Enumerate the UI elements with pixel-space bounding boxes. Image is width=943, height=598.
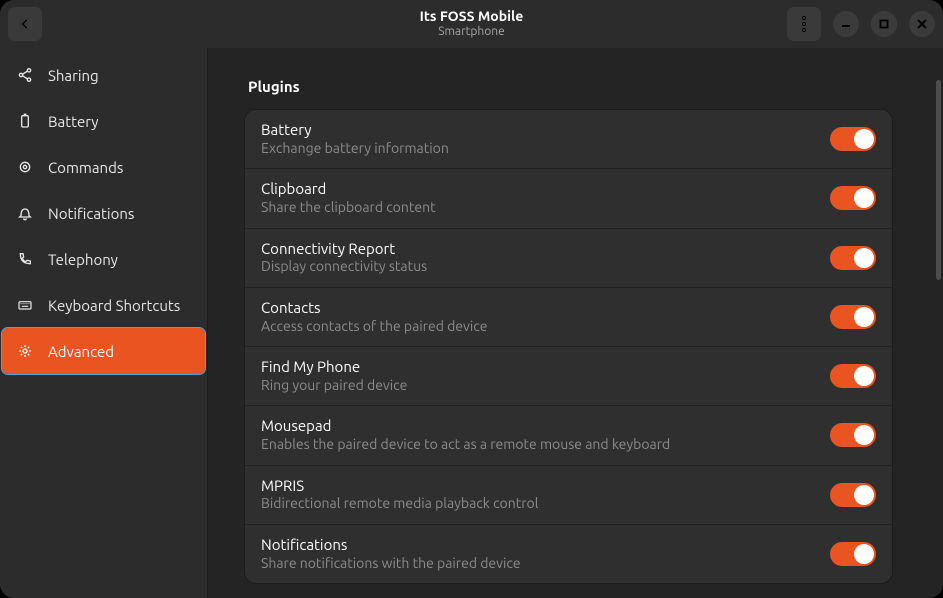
close-icon bbox=[916, 18, 928, 30]
maximize-icon bbox=[878, 18, 890, 30]
plugin-desc: Enables the paired device to act as a re… bbox=[261, 436, 830, 454]
plugin-desc: Share the clipboard content bbox=[261, 199, 830, 217]
kebab-menu-icon bbox=[797, 16, 811, 32]
sidebar-item-label: Commands bbox=[48, 159, 123, 176]
sidebar-item-battery[interactable]: Battery bbox=[2, 98, 205, 144]
toggle-contacts[interactable] bbox=[830, 305, 876, 329]
battery-icon bbox=[16, 112, 34, 130]
maximize-button[interactable] bbox=[871, 11, 897, 37]
plugin-name: Mousepad bbox=[261, 417, 830, 436]
sidebar-item-telephony[interactable]: Telephony bbox=[2, 236, 205, 282]
sidebar-item-label: Telephony bbox=[48, 251, 118, 268]
gear-icon bbox=[16, 342, 34, 360]
sidebar-item-label: Keyboard Shortcuts bbox=[48, 297, 180, 314]
plugin-row-notifications[interactable]: Notifications Share notifications with t… bbox=[245, 525, 892, 583]
window-title: Its FOSS Mobile bbox=[420, 8, 524, 25]
header-controls bbox=[787, 7, 935, 41]
chevron-left-icon bbox=[18, 17, 32, 31]
close-button[interactable] bbox=[909, 11, 935, 37]
bell-icon bbox=[16, 204, 34, 222]
sidebar-item-sharing[interactable]: Sharing bbox=[2, 52, 205, 98]
sidebar: Sharing Battery Commands Notifications bbox=[0, 48, 208, 598]
minimize-icon bbox=[840, 18, 852, 30]
sidebar-item-label: Battery bbox=[48, 113, 99, 130]
main-panel[interactable]: Plugins Battery Exchange battery informa… bbox=[208, 48, 943, 598]
toggle-mousepad[interactable] bbox=[830, 423, 876, 447]
sidebar-item-label: Notifications bbox=[48, 205, 134, 222]
plugin-desc: Exchange battery information bbox=[261, 140, 830, 158]
body: Sharing Battery Commands Notifications bbox=[0, 48, 943, 598]
menu-button[interactable] bbox=[787, 7, 821, 41]
plugin-row-mpris[interactable]: MPRIS Bidirectional remote media playbac… bbox=[245, 466, 892, 525]
toggle-clipboard[interactable] bbox=[830, 186, 876, 210]
plugin-name: Contacts bbox=[261, 299, 830, 318]
plugin-desc: Share notifications with the paired devi… bbox=[261, 555, 830, 573]
sidebar-item-keyboard-shortcuts[interactable]: Keyboard Shortcuts bbox=[2, 282, 205, 328]
sidebar-item-notifications[interactable]: Notifications bbox=[2, 190, 205, 236]
app-window: Its FOSS Mobile Smartphone bbox=[0, 0, 943, 598]
plugin-row-mousepad[interactable]: Mousepad Enables the paired device to ac… bbox=[245, 406, 892, 465]
plugin-row-find-my-phone[interactable]: Find My Phone Ring your paired device bbox=[245, 347, 892, 406]
window-subtitle: Smartphone bbox=[438, 25, 504, 39]
toggle-battery[interactable] bbox=[830, 127, 876, 151]
sidebar-item-label: Sharing bbox=[48, 67, 99, 84]
toggle-mpris[interactable] bbox=[830, 483, 876, 507]
plugin-desc: Access contacts of the paired device bbox=[261, 318, 830, 336]
scrollbar[interactable] bbox=[936, 80, 941, 280]
plugin-row-connectivity-report[interactable]: Connectivity Report Display connectivity… bbox=[245, 229, 892, 288]
toggle-find-my-phone[interactable] bbox=[830, 364, 876, 388]
plugin-desc: Bidirectional remote media playback cont… bbox=[261, 495, 830, 513]
keyboard-icon bbox=[16, 296, 34, 314]
plugin-name: Find My Phone bbox=[261, 358, 830, 377]
sidebar-item-label: Advanced bbox=[48, 343, 114, 360]
plugin-row-contacts[interactable]: Contacts Access contacts of the paired d… bbox=[245, 288, 892, 347]
plugin-name: Connectivity Report bbox=[261, 240, 830, 259]
share-icon bbox=[16, 66, 34, 84]
plugin-row-clipboard[interactable]: Clipboard Share the clipboard content bbox=[245, 169, 892, 228]
plugin-name: Clipboard bbox=[261, 180, 830, 199]
headerbar: Its FOSS Mobile Smartphone bbox=[0, 0, 943, 48]
plugin-name: MPRIS bbox=[261, 477, 830, 496]
plugin-name: Notifications bbox=[261, 536, 830, 555]
plugin-list: Battery Exchange battery information Cli… bbox=[244, 109, 893, 584]
plugin-name: Battery bbox=[261, 121, 830, 140]
toggle-connectivity-report[interactable] bbox=[830, 246, 876, 270]
phone-icon bbox=[16, 250, 34, 268]
minimize-button[interactable] bbox=[833, 11, 859, 37]
toggle-notifications[interactable] bbox=[830, 542, 876, 566]
plugin-row-battery[interactable]: Battery Exchange battery information bbox=[245, 110, 892, 169]
section-title: Plugins bbox=[244, 78, 893, 95]
sidebar-item-commands[interactable]: Commands bbox=[2, 144, 205, 190]
plugin-desc: Ring your paired device bbox=[261, 377, 830, 395]
back-button[interactable] bbox=[8, 7, 42, 41]
sidebar-item-advanced[interactable]: Advanced bbox=[2, 328, 205, 374]
plugin-desc: Display connectivity status bbox=[261, 258, 830, 276]
gear-outline-icon bbox=[16, 158, 34, 176]
